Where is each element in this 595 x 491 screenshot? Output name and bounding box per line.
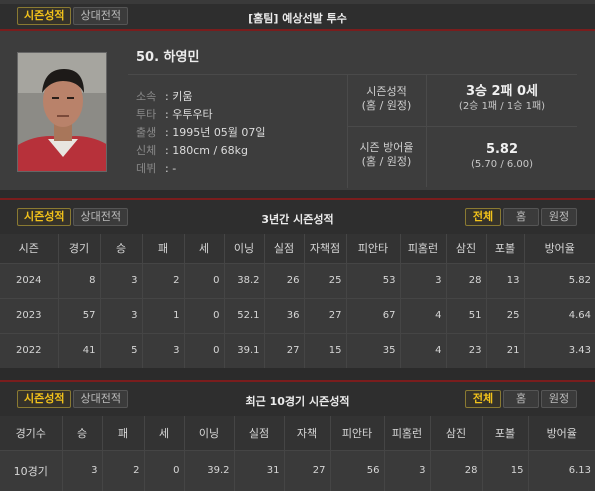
recent-header: 시즌성적 상대전적 최근 10경기 시즌성적 전체 홈 원정 (0, 382, 595, 416)
table-row: 2023 57 3 1 0 52.1 36 27 67 4 51 25 4.64 (0, 297, 595, 333)
table-row: 2022 41 5 3 0 39.1 27 15 35 4 23 21 3.43 (0, 332, 595, 368)
season-era-split: (5.70 / 6.00) (470, 159, 534, 170)
filter-home[interactable]: 홈 (503, 208, 539, 226)
profile-header: 시즌성적 상대전적 [홈팀] 예상선발 투수 (0, 4, 595, 29)
table-header: 경기수 승 패 세 이닝 실점 자책 피안타 피홈런 삼진 포볼 방어율 (0, 416, 595, 450)
three-year-header: 시즌성적 상대전적 3년간 시즌성적 전체 홈 원정 (0, 200, 595, 234)
filter-home[interactable]: 홈 (503, 390, 539, 408)
season-era-value: 5.82 (485, 142, 519, 157)
season-record-value: 3승 2패 0세 (465, 84, 539, 99)
three-year-table: 시즌 경기 승 패 세 이닝 실점 자책점 피안타 피홈런 삼진 포볼 방어율 … (0, 234, 595, 368)
filter-all[interactable]: 전체 (465, 390, 501, 408)
filter-away[interactable]: 원정 (541, 390, 577, 408)
filter-all[interactable]: 전체 (465, 208, 501, 226)
info-row-body: 신체: 180cm / 68kg (136, 144, 249, 157)
player-name: 50. 하영민 (136, 50, 200, 65)
season-record-split: (2승 1패 / 1승 1패) (458, 101, 546, 112)
table-header: 시즌 경기 승 패 세 이닝 실점 자책점 피안타 피홈런 삼진 포볼 방어율 (0, 234, 595, 263)
info-row-birth: 출생: 1995년 05월 07일 (136, 126, 266, 139)
recent-table: 경기수 승 패 세 이닝 실점 자책 피안타 피홈런 삼진 포볼 방어율 10경… (0, 416, 595, 491)
season-summary: 시즌성적 (홈 / 원정) 3승 2패 0세 (2승 1패 / 1승 1패) 시즌… (347, 75, 577, 187)
season-record-row: 시즌성적 (홈 / 원정) 3승 2패 0세 (2승 1패 / 1승 1패) (347, 75, 577, 127)
info-row-team: 소속: 키움 (136, 90, 193, 103)
player-photo (17, 52, 107, 172)
name-divider (128, 74, 347, 75)
info-row-debut: 데뷔: - (136, 162, 177, 175)
table-row: 2024 8 3 2 0 38.2 26 25 53 3 28 13 5.82 (0, 262, 595, 298)
player-info: 소속: 키움 투타: 우투우타 출생: 1995년 05월 07일 신체: 18… (136, 88, 266, 178)
page-title: [홈팀] 예상선발 투수 (248, 12, 347, 25)
filter-away[interactable]: 원정 (541, 208, 577, 226)
table-row: 10경기 3 2 0 39.2 31 27 56 3 28 15 6.13 (0, 449, 595, 491)
info-row-throws-bats: 투타: 우투우타 (136, 108, 213, 121)
season-era-row: 시즌 방어율 (홈 / 원정) 5.82 (5.70 / 6.00) (347, 127, 577, 187)
